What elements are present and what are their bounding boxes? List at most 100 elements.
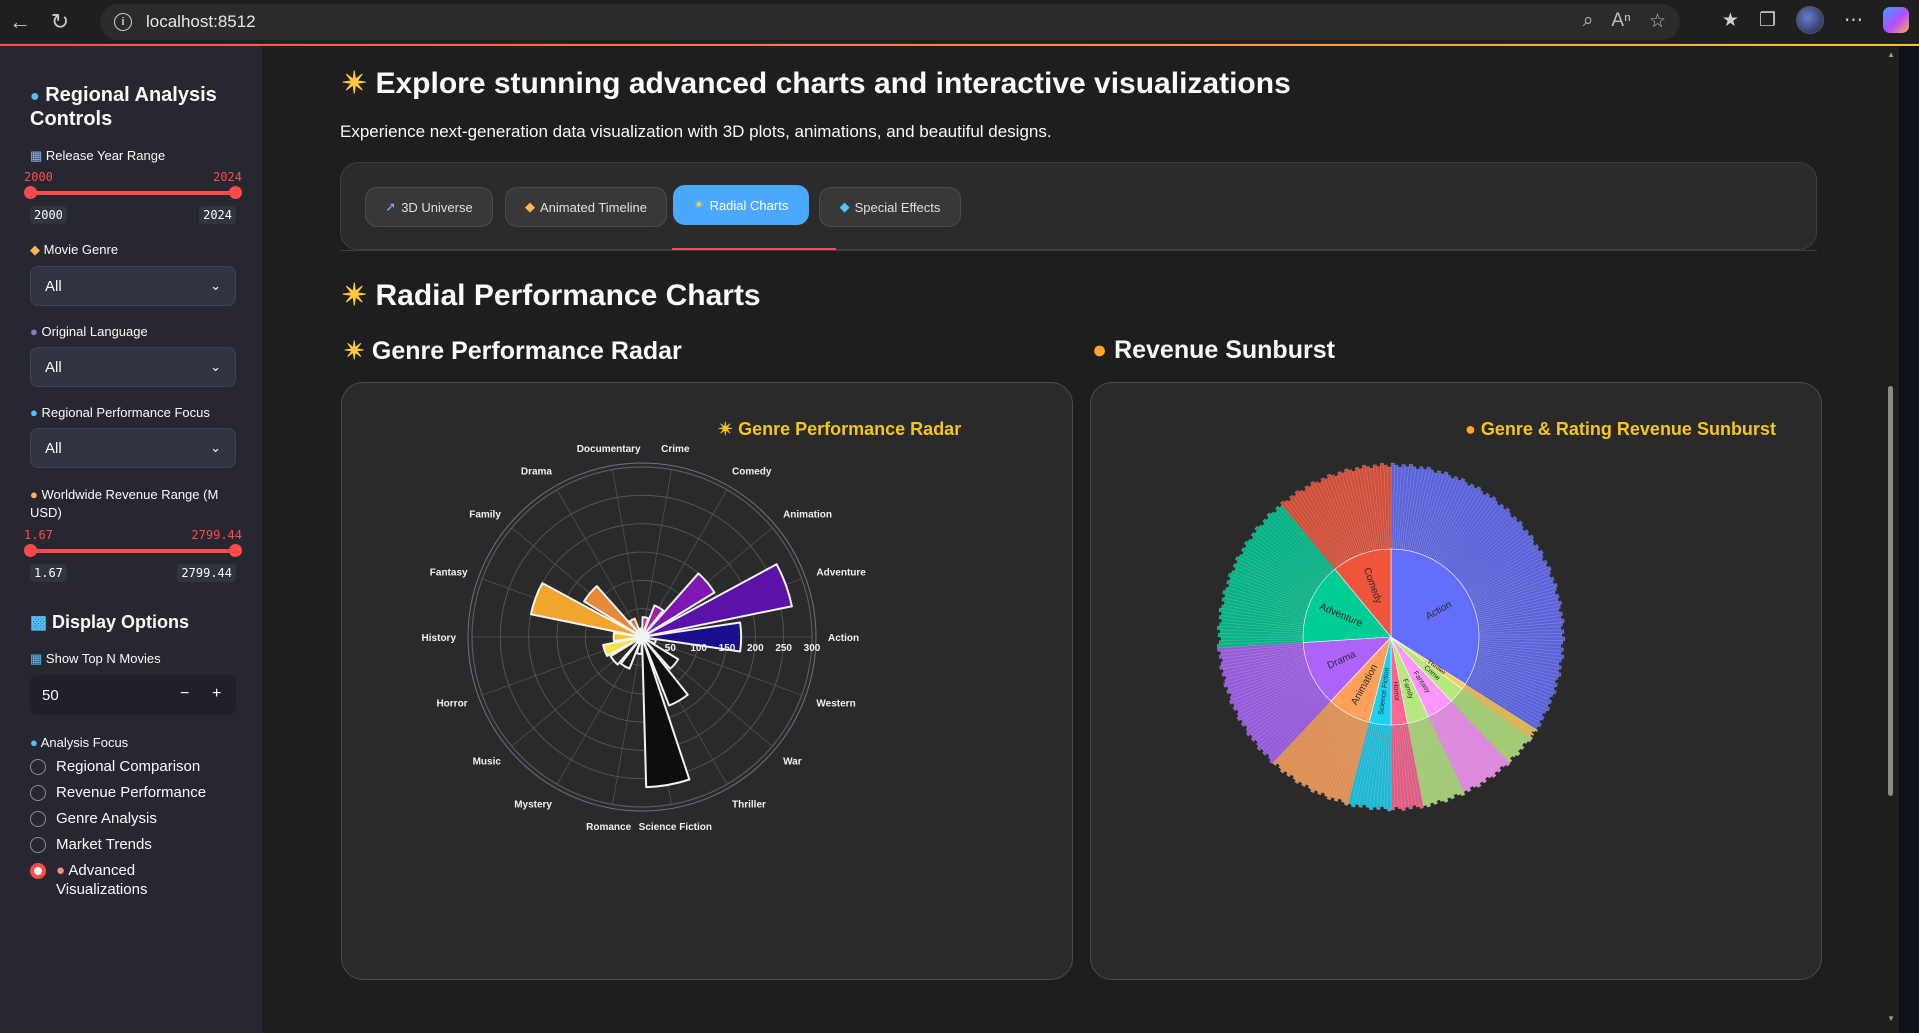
revenue-min: 1.67 xyxy=(30,564,67,582)
revenue-high-value: 2799.44 xyxy=(191,528,242,542)
scroll-down-icon[interactable]: ▼ xyxy=(1887,1014,1895,1023)
scroll-up-icon[interactable]: ▲ xyxy=(1887,50,1895,59)
top-n-input[interactable]: 50 − + xyxy=(30,675,236,715)
read-aloud-icon[interactable]: Aⁿ xyxy=(1611,10,1631,33)
sunburst-chart-card: ● Genre & Rating Revenue Sunburst Action… xyxy=(1090,382,1822,980)
category-label: Family xyxy=(469,510,501,521)
profile-avatar[interactable] xyxy=(1796,6,1824,34)
section-title: ✴ Radial Performance Charts xyxy=(342,279,761,312)
radio-button[interactable] xyxy=(30,837,46,853)
favorites-icon[interactable]: ★ xyxy=(1722,9,1739,32)
sunburst-chart[interactable]: ActionThrillerCrimeFantasyFamilyHorrorSc… xyxy=(1091,383,1823,981)
tab-special-effects[interactable]: ◆ Special Effects xyxy=(819,187,961,227)
radio-regional-comparison[interactable]: Regional Comparison xyxy=(30,757,236,776)
globe-icon: ● xyxy=(30,405,38,420)
radio-advanced-visualizations[interactable]: ● Advanced Visualizations xyxy=(30,861,236,899)
bar-chart-icon: ▩ xyxy=(30,612,48,632)
slider-thumb-high[interactable] xyxy=(229,544,242,557)
analysis-focus-radio-group: Regional Comparison Revenue Performance … xyxy=(30,757,236,899)
favorite-star-icon[interactable]: ☆ xyxy=(1649,10,1666,33)
radar-heading: ✴ Genre Performance Radar xyxy=(344,337,682,365)
sun-icon: ✴ xyxy=(342,279,368,312)
display-options-heading: ▩ Display Options xyxy=(30,612,190,632)
radial-tick-label: 100 xyxy=(690,643,707,654)
site-info-icon[interactable]: i xyxy=(114,13,132,31)
sidebar-title: ● Regional Analysis Controls xyxy=(30,84,217,130)
decrement-button[interactable]: − xyxy=(180,685,189,703)
magnifier-icon: ● xyxy=(30,735,38,750)
radial-tick-label: 200 xyxy=(747,643,764,654)
copilot-icon[interactable] xyxy=(1883,7,1909,33)
scrollbar-thumb[interactable] xyxy=(1888,386,1893,796)
tab-3d-universe[interactable]: ➚ 3D Universe xyxy=(365,187,493,227)
category-label: Mystery xyxy=(514,799,552,810)
category-label: Crime xyxy=(661,444,690,455)
genre-select-value: All xyxy=(45,277,62,295)
revenue-label: ● Worldwide Revenue Range (M USD) xyxy=(30,487,219,520)
radio-revenue-performance[interactable]: Revenue Performance xyxy=(30,783,236,802)
radio-genre-analysis[interactable]: Genre Analysis xyxy=(30,809,236,828)
radial-tick-label: 300 xyxy=(804,643,821,654)
money-bag-icon: ● xyxy=(30,487,38,502)
browser-toolbar: ← ↻ i localhost:8512 ⌕ Aⁿ ☆ ★ ❐ ⋯ xyxy=(0,0,1919,44)
reload-icon[interactable]: ↻ xyxy=(40,2,80,42)
radio-label: Revenue Performance xyxy=(56,784,207,801)
gem-icon: ◆ xyxy=(839,199,850,214)
release-year-high-value: 2024 xyxy=(213,170,242,184)
slider-thumb-low[interactable] xyxy=(24,186,37,199)
top-n-value: 50 xyxy=(42,686,59,704)
collections-icon[interactable]: ❐ xyxy=(1759,9,1776,32)
address-bar[interactable]: i localhost:8512 ⌕ Aⁿ ☆ xyxy=(100,4,1680,40)
sun-icon: ✴ xyxy=(344,337,365,365)
category-label: History xyxy=(422,633,457,644)
active-tab-indicator xyxy=(672,248,836,250)
category-label: Thriller xyxy=(732,799,766,810)
numbers-icon: ▦ xyxy=(30,651,43,666)
slider-thumb-high[interactable] xyxy=(229,186,242,199)
category-label: Animation xyxy=(783,510,832,521)
radio-button[interactable] xyxy=(30,785,46,801)
tab-radial-charts[interactable]: ✴ Radial Charts xyxy=(673,185,809,225)
radio-label: Regional Comparison xyxy=(56,758,201,775)
genre-select[interactable]: All ⌄ xyxy=(30,266,236,306)
category-label: Drama xyxy=(521,467,553,478)
slider-thumb-low[interactable] xyxy=(24,544,37,557)
analysis-focus-label: ● Analysis Focus xyxy=(30,735,129,750)
category-label: Horror xyxy=(436,699,467,710)
sun-icon: ✴ xyxy=(693,197,705,212)
url-text: localhost:8512 xyxy=(146,12,256,31)
palette-icon: ● xyxy=(56,862,66,879)
radial-tick-label: 50 xyxy=(665,643,677,654)
back-icon[interactable]: ← xyxy=(0,2,40,42)
radio-label: ● Advanced Visualizations xyxy=(56,862,148,898)
main-content: ✴ Explore stunning advanced charts and i… xyxy=(262,46,1899,1033)
more-options-icon[interactable]: ⋯ xyxy=(1844,9,1863,32)
tab-animated-timeline[interactable]: ◆ Animated Timeline xyxy=(505,187,667,227)
category-label: Documentary xyxy=(577,444,641,455)
release-year-min: 2000 xyxy=(30,206,67,224)
language-select[interactable]: All ⌄ xyxy=(30,347,236,387)
speech-icon: ● xyxy=(30,324,38,339)
region-select[interactable]: All ⌄ xyxy=(30,428,236,468)
revenue-slider[interactable]: 1.67 2799.44 1.67 2799.44 xyxy=(24,528,242,582)
release-year-label: ▦ Release Year Range xyxy=(30,148,166,163)
chevron-down-icon: ⌄ xyxy=(210,359,221,374)
category-label: Music xyxy=(473,756,502,767)
radio-button[interactable] xyxy=(30,811,46,827)
page-title: ✴ Explore stunning advanced charts and i… xyxy=(342,67,1291,100)
radio-button-selected[interactable] xyxy=(30,863,46,879)
radio-market-trends[interactable]: Market Trends xyxy=(30,835,236,854)
zoom-icon[interactable]: ⌕ xyxy=(1583,10,1594,33)
release-year-low-value: 2000 xyxy=(24,170,53,184)
radar-chart[interactable]: Action Adventure Animation Comedy Crime Docum… xyxy=(342,383,1074,981)
sidebar: ● Regional Analysis Controls ▦ Release Y… xyxy=(0,46,262,1033)
chevron-down-icon: ⌄ xyxy=(210,440,221,455)
increment-button[interactable]: + xyxy=(212,685,221,703)
revenue-low-value: 1.67 xyxy=(24,528,53,542)
radio-label: Market Trends xyxy=(56,836,152,853)
radar-chart-card: ✴ Genre Performance Radar Action Adventur… xyxy=(341,382,1073,980)
radio-button[interactable] xyxy=(30,759,46,775)
tab-divider xyxy=(340,250,1817,251)
release-year-slider[interactable]: 2000 2024 2000 2024 xyxy=(24,170,242,224)
sun-icon: ✴ xyxy=(342,67,368,100)
